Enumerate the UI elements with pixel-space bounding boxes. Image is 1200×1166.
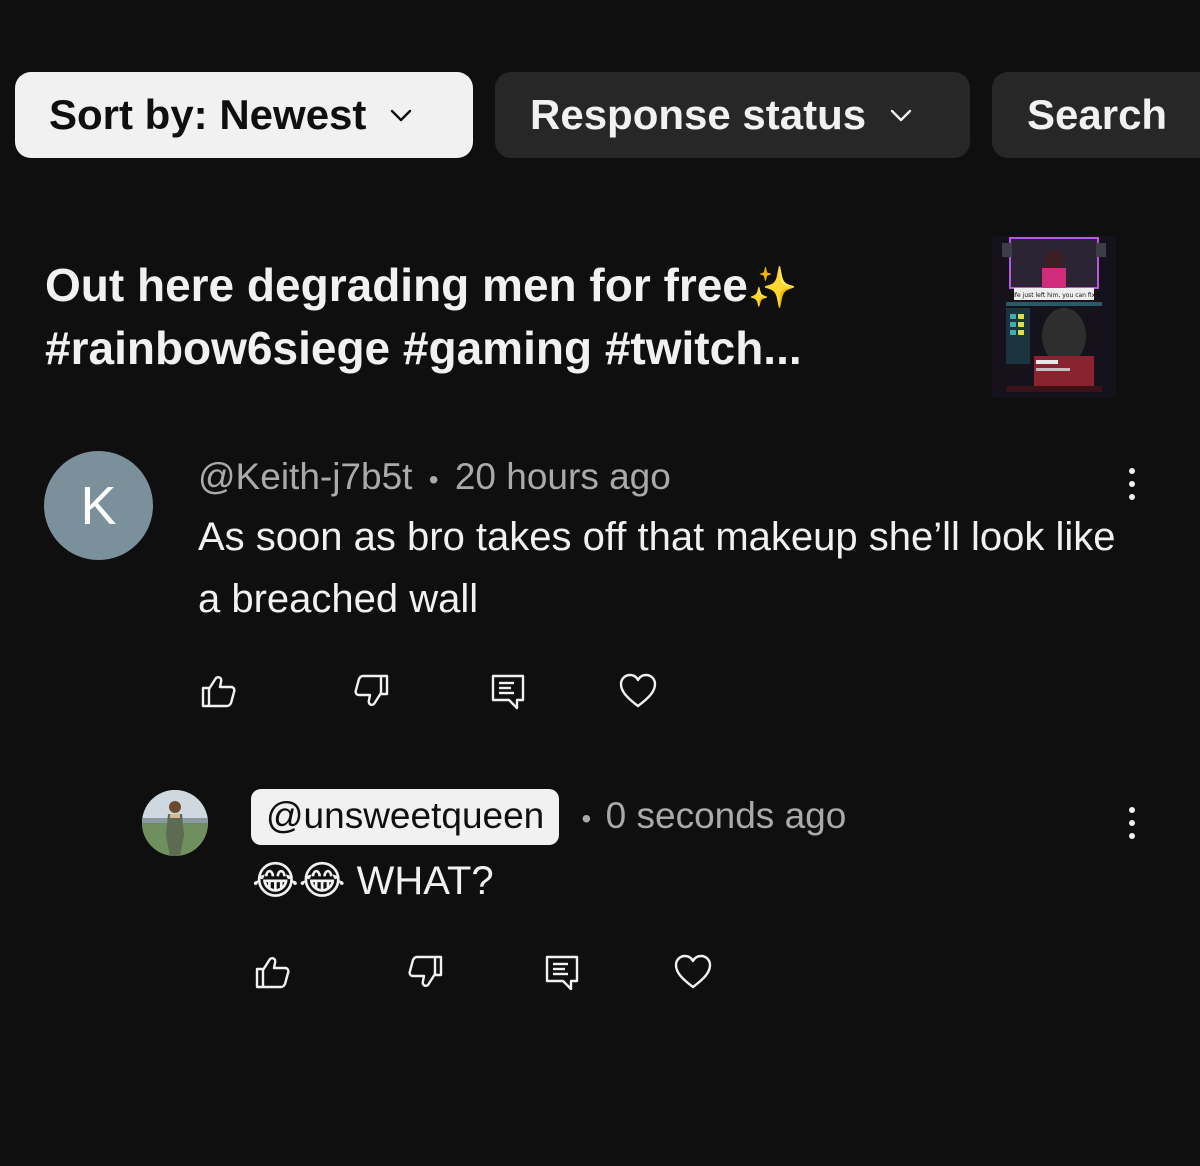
video-thumbnail[interactable]: "His wife just left him, you can fix him… [992,236,1116,398]
thumbnail-caption: "His wife just left him, you can fix him… [994,292,1113,299]
comments-page: Sort by: Newest Response status Search O… [0,0,1200,1166]
reply-time: 0 seconds ago [605,795,847,836]
thumbs-down-icon[interactable] [406,952,446,992]
thumbs-up-icon[interactable] [198,671,238,711]
sparkles-emoji: ✨ [747,266,798,310]
search-chip[interactable]: Search [992,72,1200,158]
avatar-letter: K [80,475,117,536]
chevron-down-icon [391,109,412,122]
video-title[interactable]: Out here degrading men for free✨ #rainbo… [45,255,925,378]
comment-time: 20 hours ago [454,456,671,497]
heart-icon[interactable] [618,671,658,711]
comment-author[interactable]: @Keith-j7b5t [198,456,412,497]
response-status-chip[interactable]: Response status [495,72,970,158]
more-options-icon[interactable] [1127,466,1137,506]
reply-meta: @unsweetqueen • 0 seconds ago [251,789,846,845]
sort-by-label: Sort by: Newest [49,91,367,138]
thumbs-up-icon[interactable] [252,952,292,992]
response-status-label: Response status [530,91,867,138]
video-title-line1: Out here degrading men for free [45,259,748,311]
heart-icon[interactable] [673,952,713,992]
meta-separator: • [581,803,592,834]
comment-icon[interactable] [542,952,582,992]
thumbnail-image: "His wife just left him, you can fix him… [992,236,1116,398]
reply-text: 😂😂 WHAT? [252,859,494,903]
meta-separator: • [428,464,439,495]
thumbs-down-icon[interactable] [352,671,392,711]
search-label: Search [1027,91,1168,138]
avatar[interactable]: K [44,451,153,560]
chevron-down-icon [890,109,912,122]
filter-chip-bar: Sort by: Newest Response status Search [15,72,1200,158]
more-options-icon[interactable] [1127,805,1137,845]
reply-author-chip[interactable]: @unsweetqueen [251,789,560,845]
comment-meta: @Keith-j7b5t • 20 hours ago [198,456,671,498]
comment-text: As soon as bro takes off that makeup she… [198,515,1116,621]
sort-by-chip[interactable]: Sort by: Newest [15,72,473,158]
avatar[interactable] [142,790,208,856]
avatar-photo [142,790,208,856]
video-title-line2: #rainbow6siege #gaming #twitch... [45,322,802,374]
comment-icon[interactable] [488,671,528,711]
